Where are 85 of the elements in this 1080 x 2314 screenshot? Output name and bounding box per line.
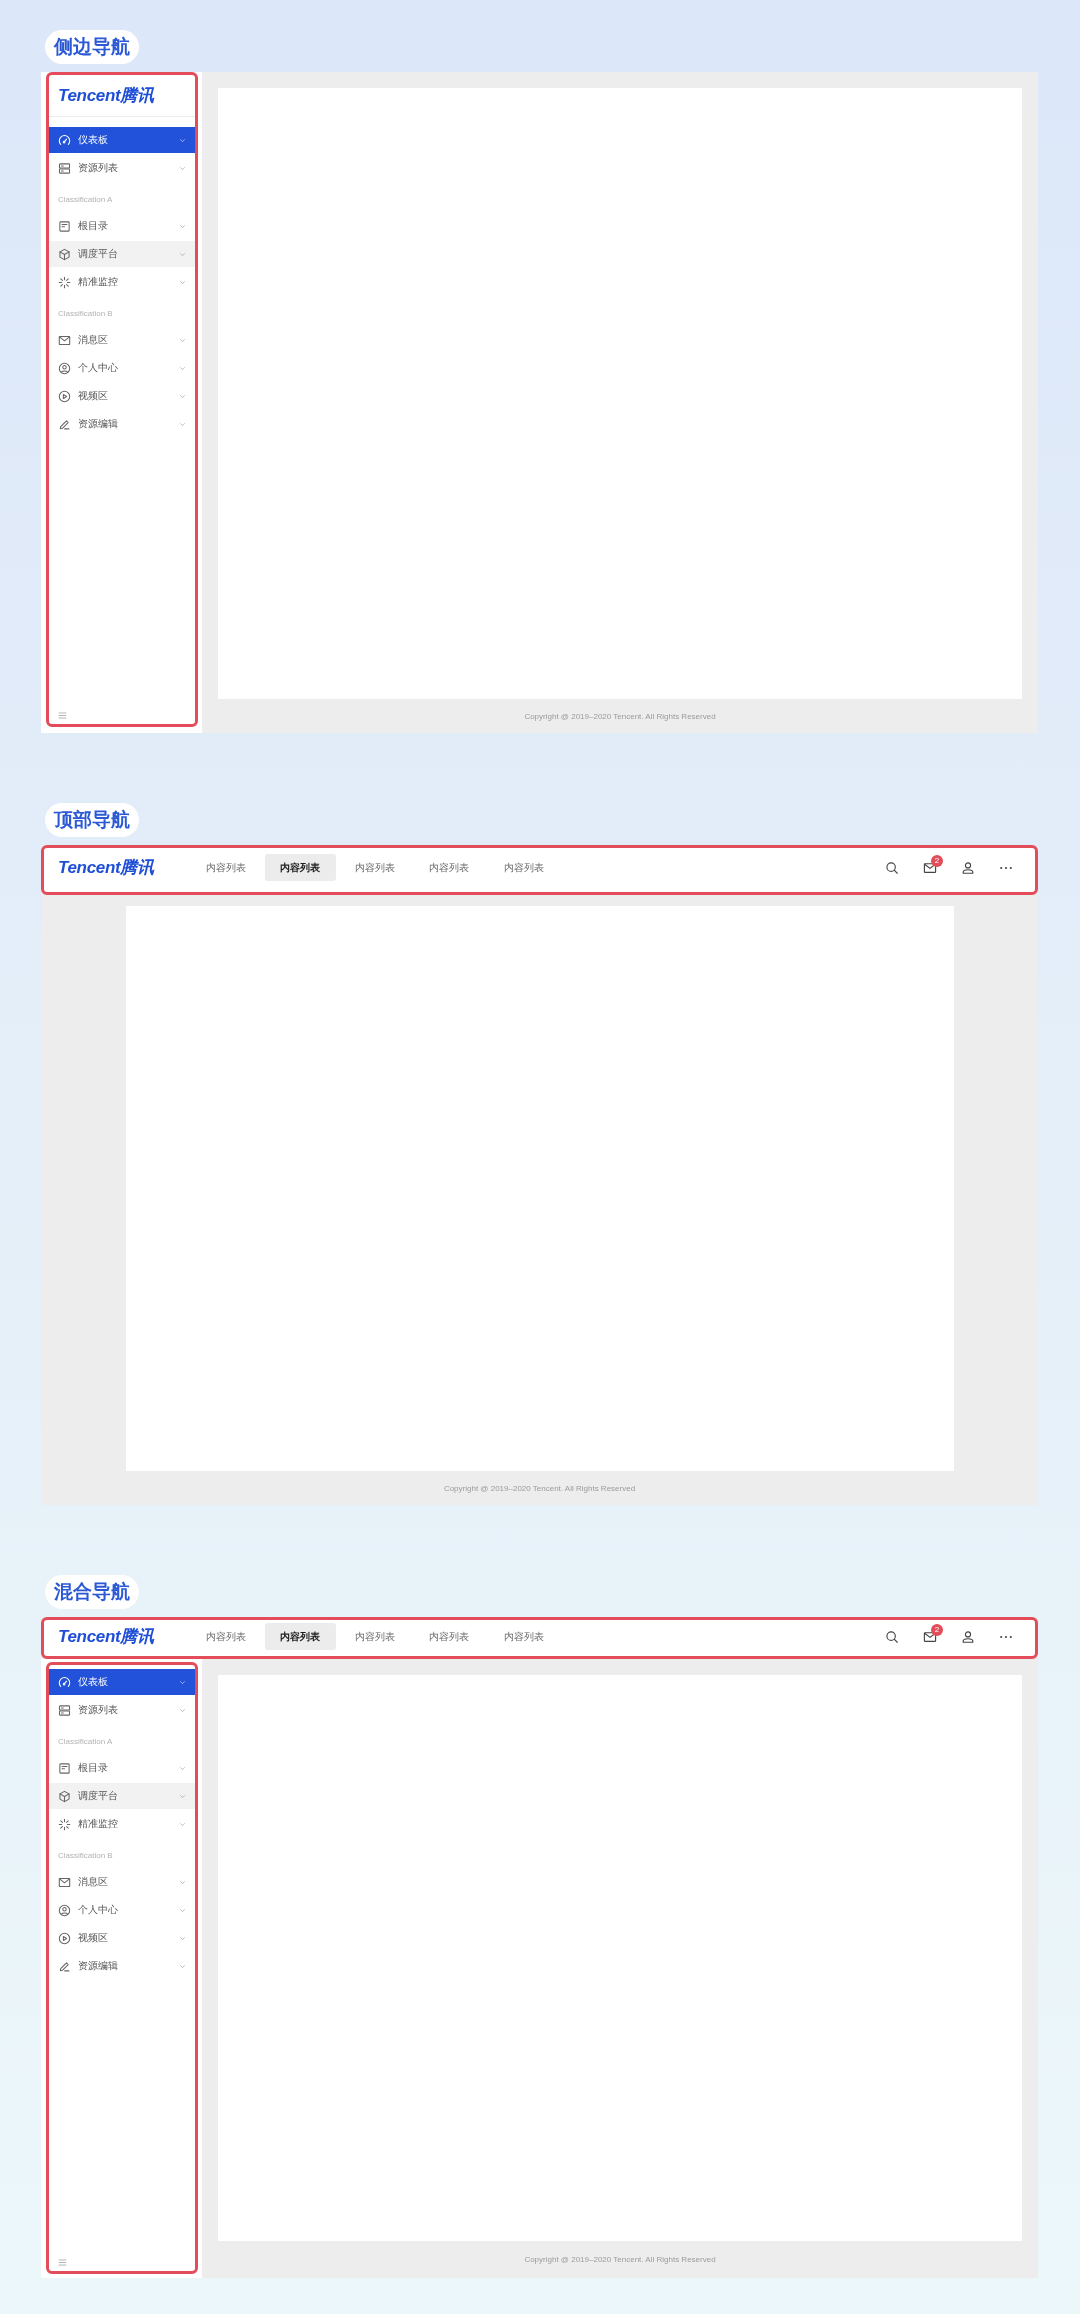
menu-item[interactable]: 调度平台 [49, 1783, 195, 1809]
user-icon[interactable] [961, 1629, 975, 1644]
nav-tab[interactable]: 内容列表 [190, 854, 261, 881]
play-circle-icon [58, 1931, 71, 1945]
menu-item[interactable]: 资源编辑 [49, 411, 195, 437]
cube-icon [58, 1789, 71, 1803]
nav-tab[interactable]: 内容列表 [413, 1623, 485, 1650]
menu-group-label: Classification A [58, 194, 113, 206]
menu-group-label: Classification A [58, 1736, 113, 1748]
chevron-down-icon [179, 164, 186, 172]
user-circle-icon [58, 361, 71, 375]
menu-item[interactable]: 调度平台 [49, 241, 195, 267]
menu-group-label: Classification B [58, 1850, 113, 1862]
server-icon [58, 1703, 71, 1717]
search-icon[interactable] [885, 860, 899, 875]
section-title: 侧边导航 [45, 30, 139, 64]
menu-item[interactable]: 根目录 [49, 1755, 195, 1781]
search-icon[interactable] [885, 1629, 899, 1644]
gauge-icon [58, 133, 71, 147]
mail-icon[interactable] [923, 860, 937, 875]
section-title: 顶部导航 [45, 803, 139, 837]
chevron-down-icon [179, 1878, 186, 1886]
play-circle-icon [58, 389, 71, 403]
menu-item[interactable]: 精准监控 [49, 1811, 195, 1837]
chevron-down-icon [179, 1764, 186, 1772]
pencil-icon [58, 1959, 71, 1973]
nav-tab[interactable]: 内容列表 [339, 854, 410, 881]
chevron-down-icon [179, 1934, 186, 1942]
menu-item[interactable]: 视频区 [49, 1925, 195, 1951]
chevron-down-icon [179, 364, 186, 372]
menu-item[interactable]: 消息区 [49, 1869, 195, 1895]
cube-icon [58, 247, 71, 261]
menu-group-label: Classification B [58, 308, 113, 320]
chevron-down-icon [179, 336, 186, 344]
chevron-down-icon [179, 278, 186, 286]
document-icon [58, 219, 71, 233]
copyright-text: Copyright @ 2019–2020 Tencent. All Rights Reserved [524, 711, 716, 721]
tencent-logo[interactable]: Tencent腾讯 [58, 84, 154, 107]
menu-item[interactable]: 个人中心 [49, 1897, 195, 1923]
menu-item[interactable]: 资源列表 [49, 1697, 195, 1723]
gauge-icon [58, 1675, 71, 1689]
nav-tab[interactable]: 内容列表 [264, 1623, 336, 1650]
notification-badge: 2 [931, 1623, 943, 1636]
menu-item[interactable]: 仪表板 [49, 127, 195, 153]
nav-tab[interactable]: 内容列表 [413, 854, 485, 881]
server-icon [58, 161, 71, 175]
chevron-down-icon [179, 1678, 186, 1686]
copyright-text: Copyright @ 2019–2020 Tencent. All Rights Reserved [524, 2255, 716, 2264]
nav-tab[interactable]: 内容列表 [264, 854, 336, 881]
menu-item[interactable]: 资源编辑 [49, 1953, 195, 1979]
section-title: 混合导航 [45, 1575, 139, 1609]
burst-icon [58, 1817, 71, 1831]
menu-item[interactable]: 资源列表 [49, 155, 195, 181]
menu-item[interactable]: 视频区 [49, 383, 195, 409]
nav-tab[interactable]: 内容列表 [488, 1623, 559, 1650]
document-icon [58, 1761, 71, 1775]
chevron-down-icon [179, 1906, 186, 1914]
chevron-down-icon [179, 250, 186, 258]
mail-icon[interactable] [923, 1629, 937, 1644]
chevron-down-icon [179, 420, 186, 428]
chevron-down-icon [179, 1706, 186, 1714]
menu-item[interactable]: 根目录 [49, 213, 195, 239]
chevron-down-icon [179, 1792, 186, 1800]
mail-icon [58, 1875, 71, 1889]
chevron-down-icon [179, 1820, 186, 1828]
menu-item[interactable]: 精准监控 [49, 269, 195, 295]
menu-item[interactable]: 消息区 [49, 327, 195, 353]
nav-tab[interactable]: 内容列表 [339, 1623, 410, 1650]
chevron-down-icon [179, 392, 186, 400]
tencent-logo[interactable]: Tencent腾讯 [58, 858, 154, 877]
chevron-down-icon [179, 222, 186, 230]
nav-tab[interactable]: 内容列表 [488, 854, 559, 881]
chevron-down-icon [179, 136, 186, 144]
pencil-icon [58, 417, 71, 431]
mail-icon [58, 333, 71, 347]
menu-item[interactable]: 个人中心 [49, 355, 195, 381]
nav-tab[interactable]: 内容列表 [190, 1623, 261, 1650]
tencent-logo[interactable]: Tencent腾讯 [58, 1627, 154, 1646]
user-icon[interactable] [961, 860, 975, 875]
burst-icon [58, 275, 71, 289]
copyright-text: Copyright @ 2019–2020 Tencent. All Rights Reserved [443, 1483, 636, 1493]
notification-badge: 2 [931, 854, 943, 867]
user-circle-icon [58, 1903, 71, 1917]
menu-item[interactable]: 仪表板 [49, 1669, 195, 1695]
chevron-down-icon [179, 1962, 186, 1970]
